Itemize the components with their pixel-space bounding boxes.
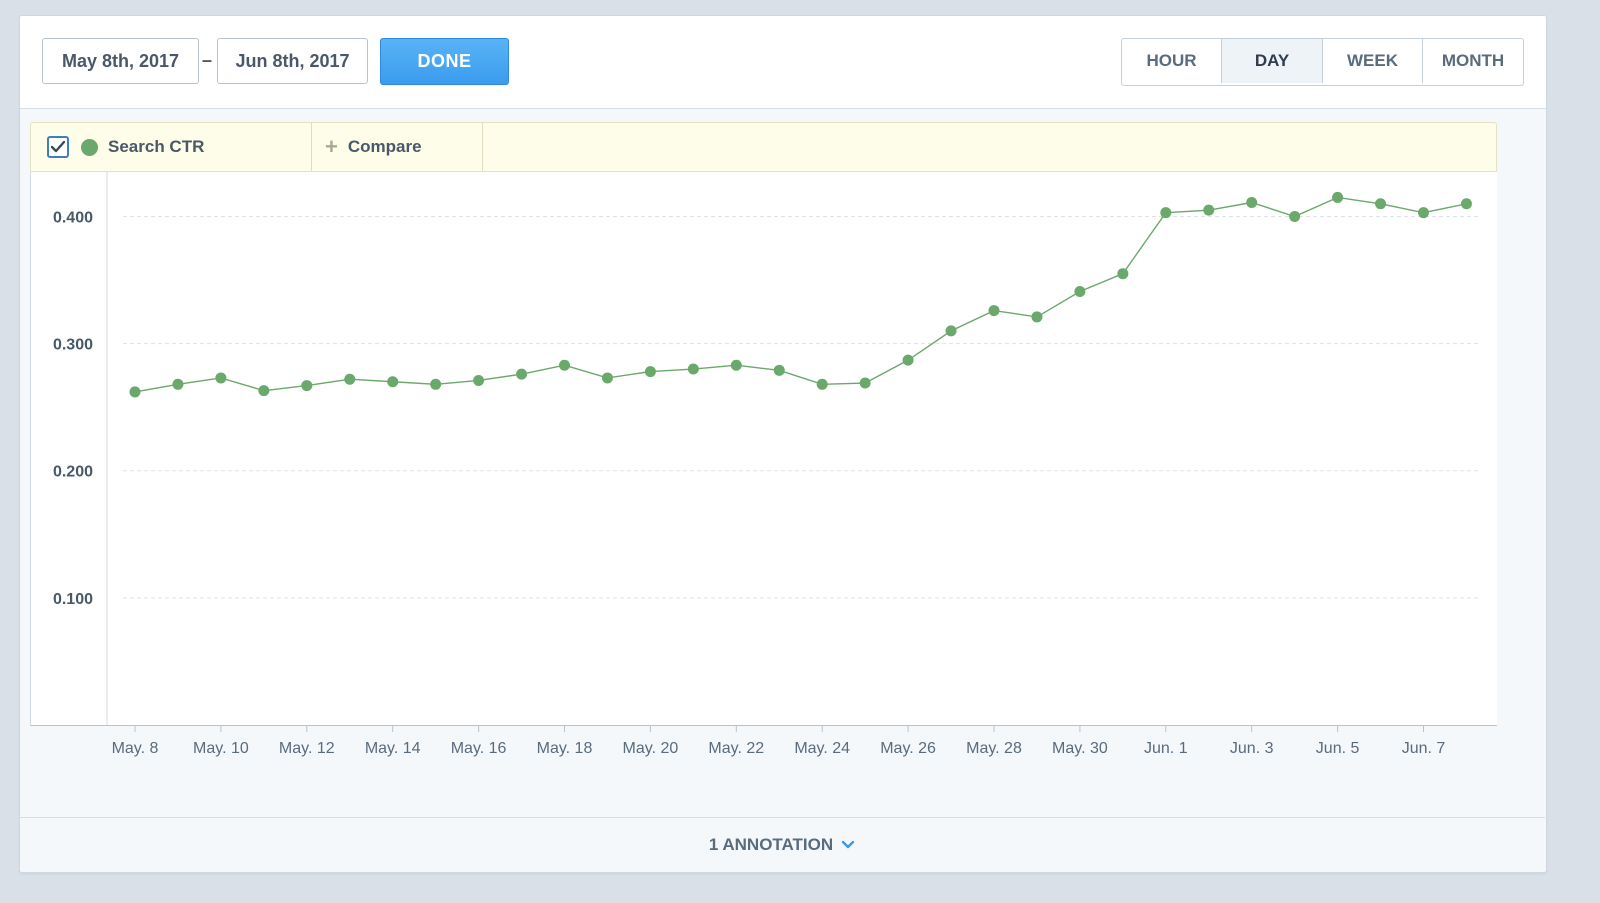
- annotation-toggle[interactable]: 1 ANNOTATION: [19, 817, 1545, 872]
- x-tick-label: May. 30: [1052, 740, 1108, 757]
- granularity-week-button[interactable]: WEEK: [1323, 39, 1423, 83]
- start-date-picker[interactable]: May 8th, 2017: [42, 38, 199, 84]
- x-tick-label: May. 18: [537, 740, 593, 757]
- y-tick-label: 0.400: [53, 209, 93, 226]
- date-range-dash: –: [202, 50, 213, 70]
- line-chart: 0.100 0.200 0.300 0.400 May. 8 May. 10 May. 12…: [30, 172, 1497, 757]
- x-tick-label: May. 24: [794, 740, 850, 757]
- y-tick-label: 0.200: [53, 464, 93, 481]
- data-point: [301, 380, 313, 392]
- series-name-label: Search CTR: [108, 137, 205, 156]
- series-checkbox[interactable]: [47, 136, 69, 158]
- chart-svg: 0.100 0.200 0.300 0.400 May. 8 May. 10 May. 12…: [53, 172, 1481, 757]
- end-date-picker[interactable]: Jun 8th, 2017: [217, 38, 368, 84]
- x-tick-label: May. 12: [279, 740, 335, 757]
- done-button[interactable]: DONE: [380, 38, 509, 85]
- data-point: [559, 359, 570, 371]
- checkmark-icon: [51, 141, 65, 153]
- data-point: [1375, 198, 1387, 210]
- data-point: [945, 325, 957, 337]
- data-point: [687, 363, 699, 375]
- data-point: [1332, 191, 1344, 203]
- x-tick-label: Jun. 5: [1316, 740, 1360, 757]
- compare-label: Compare: [347, 137, 422, 156]
- data-point: [1074, 285, 1086, 297]
- series-line: [134, 196, 1467, 393]
- data-point: [129, 386, 141, 398]
- x-tick-label: Jun. 1: [1144, 740, 1188, 757]
- data-point: [387, 376, 399, 388]
- x-tick-label: May. 16: [451, 740, 507, 757]
- legend-series-item: Search CTR: [31, 123, 312, 171]
- data-point: [1160, 207, 1172, 219]
- data-point: [1117, 268, 1129, 280]
- data-point: [258, 385, 270, 397]
- data-point: [215, 372, 227, 384]
- x-tick-label: May. 20: [623, 740, 679, 757]
- date-toolbar: May 8th, 2017 – Jun 8th, 2017 DONE HOUR …: [20, 16, 1546, 109]
- y-tick-label: 0.100: [53, 591, 93, 608]
- data-point: [473, 374, 485, 386]
- data-point: [516, 368, 528, 380]
- x-tick-label: Jun. 7: [1402, 740, 1446, 757]
- x-tick-label: May. 26: [880, 740, 936, 757]
- data-point: [172, 378, 184, 390]
- plus-icon: +: [325, 134, 338, 159]
- data-point: [1460, 198, 1472, 210]
- data-point: [644, 366, 656, 378]
- compare-button[interactable]: + Compare: [311, 123, 483, 171]
- x-tick-label: Jun. 3: [1230, 740, 1274, 757]
- annotation-label: 1 ANNOTATION: [708, 835, 834, 854]
- data-point: [1289, 210, 1301, 222]
- data-point: [988, 305, 1000, 317]
- granularity-selector: HOUR DAY WEEK MONTH: [1121, 38, 1524, 86]
- data-point: [816, 378, 828, 390]
- granularity-day-button[interactable]: DAY: [1222, 39, 1323, 83]
- x-tick-label: May. 28: [966, 740, 1022, 757]
- x-tick-label: May. 10: [193, 740, 249, 757]
- data-point: [1031, 311, 1043, 323]
- data-point: [902, 354, 914, 366]
- data-point: [1203, 204, 1215, 216]
- granularity-hour-button[interactable]: HOUR: [1122, 39, 1222, 83]
- data-point: [1246, 197, 1258, 209]
- chevron-down-icon: [841, 840, 855, 849]
- series-legend-bar: Search CTR + Compare: [30, 122, 1497, 172]
- y-tick-label: 0.300: [53, 337, 93, 354]
- x-tick-label: May. 14: [365, 740, 421, 757]
- granularity-month-button[interactable]: MONTH: [1423, 39, 1523, 83]
- x-tick-label: May. 8: [112, 740, 159, 757]
- data-point: [1418, 207, 1429, 219]
- data-point: [344, 373, 356, 385]
- data-point: [859, 377, 871, 389]
- data-point: [430, 378, 442, 390]
- series-color-dot: [81, 138, 98, 156]
- data-point: [773, 364, 785, 376]
- data-point: [730, 359, 742, 371]
- data-point: [601, 372, 613, 384]
- x-tick-label: May. 22: [708, 740, 764, 757]
